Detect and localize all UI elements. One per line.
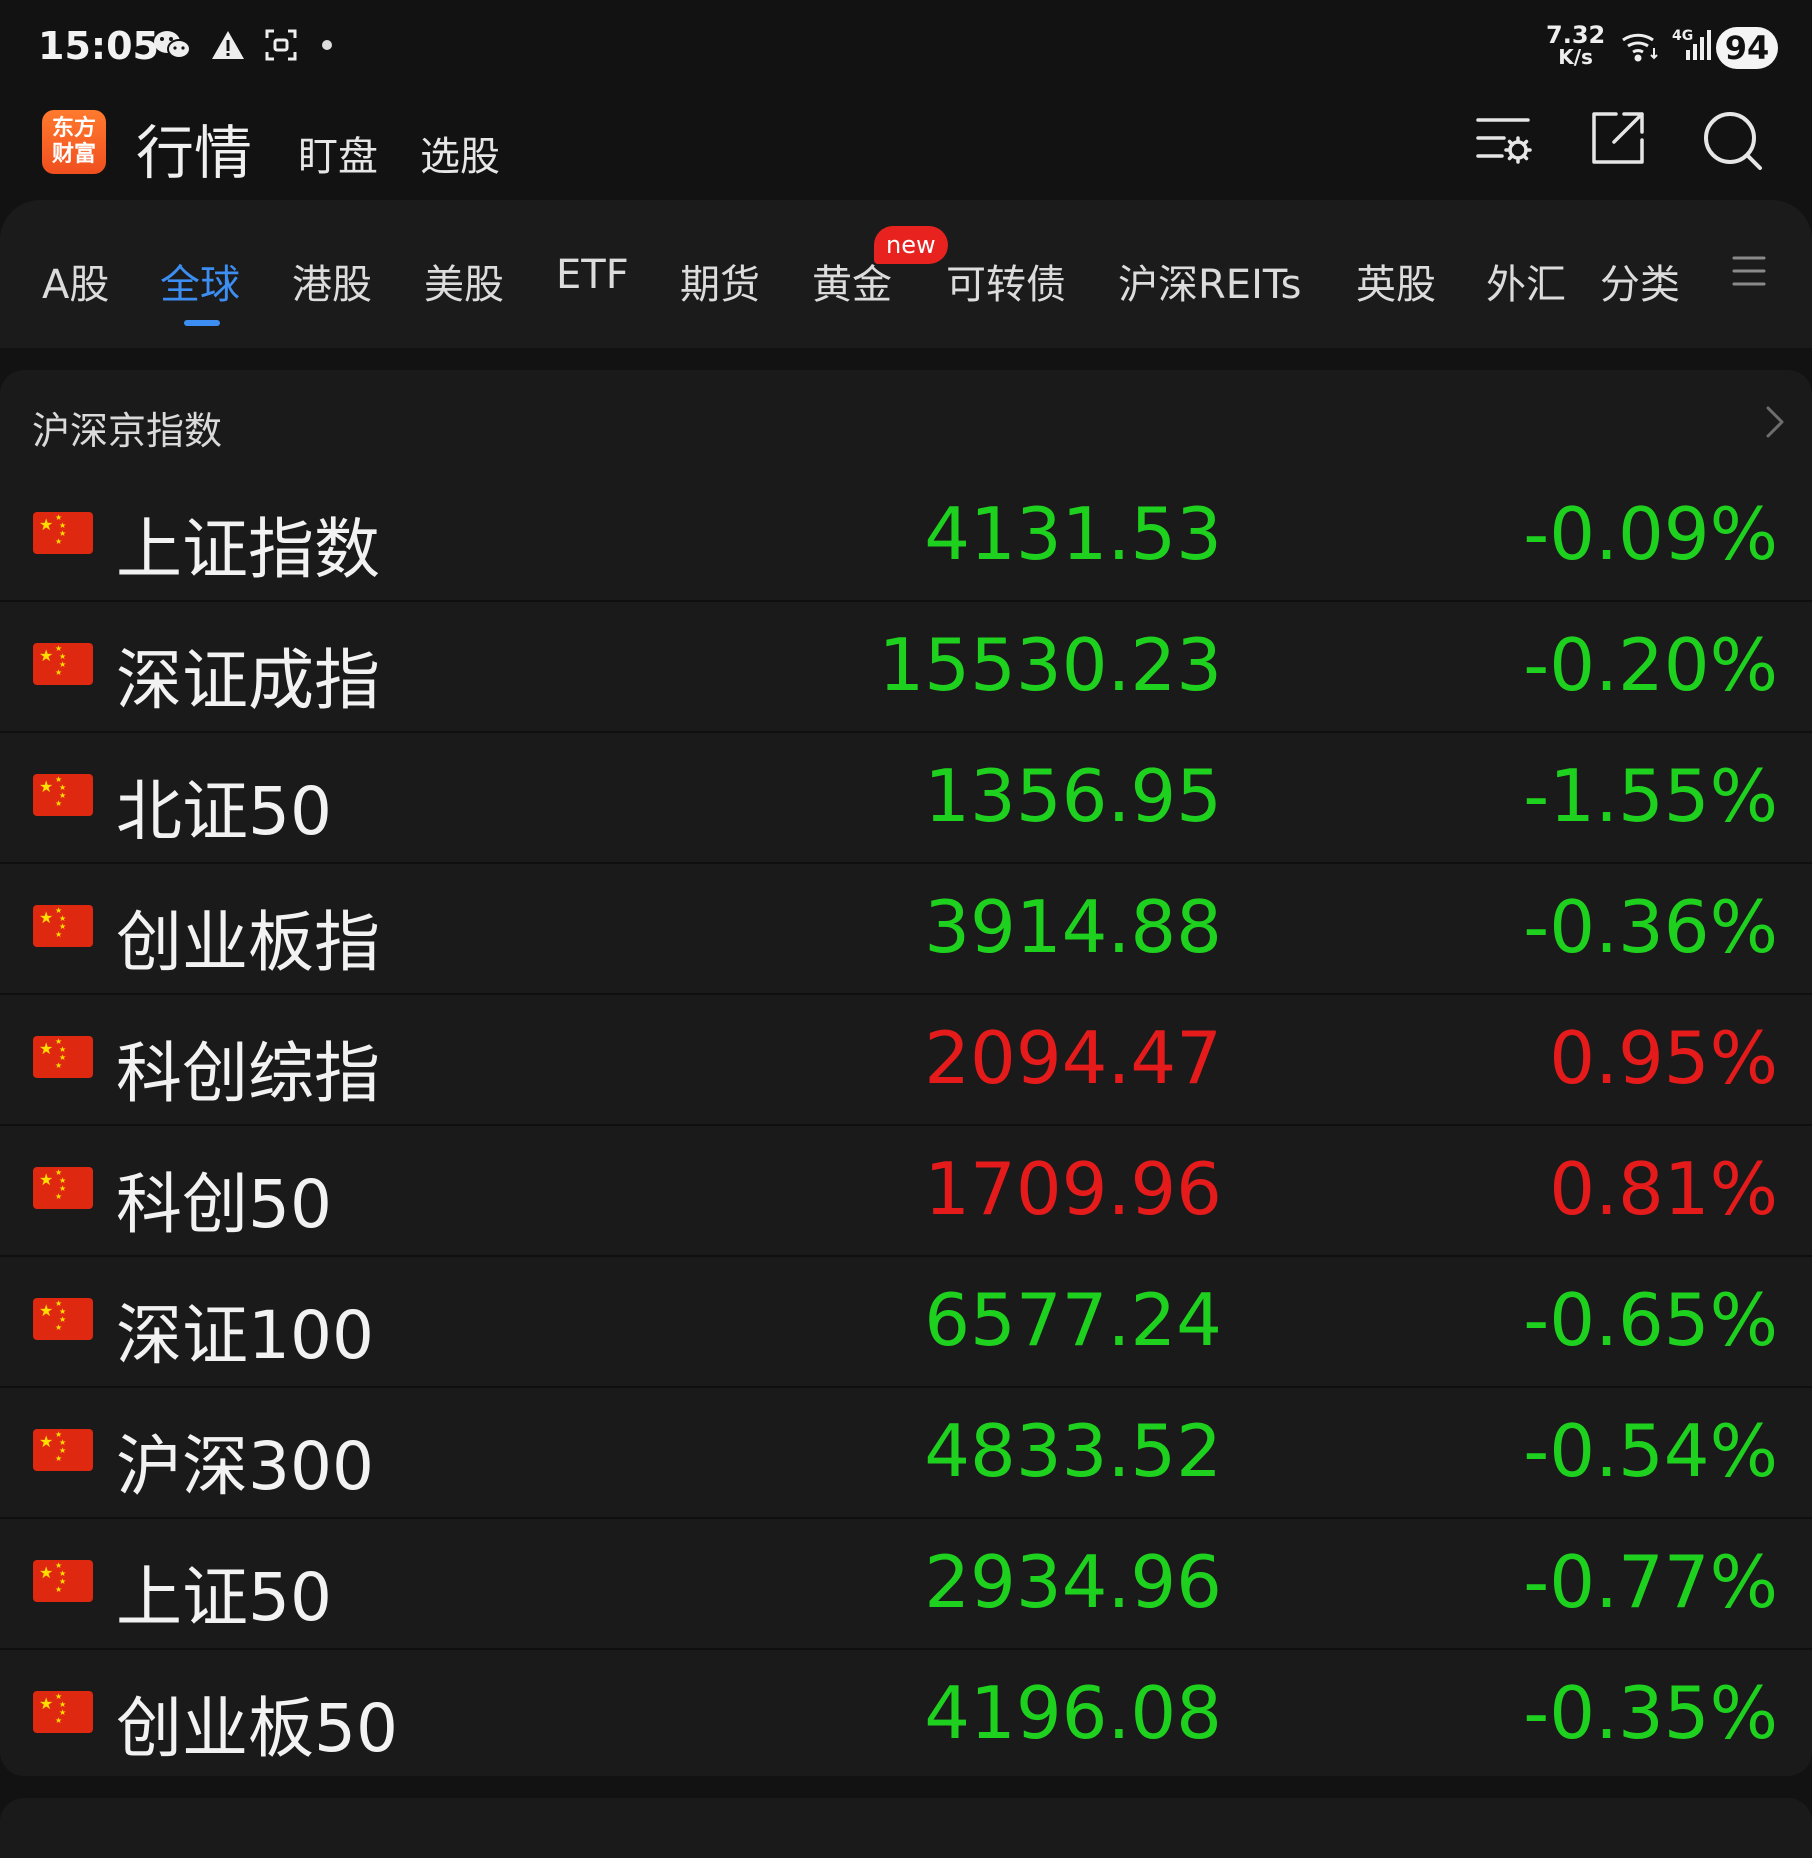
index-name: 上证指数 [116, 511, 380, 588]
index-row[interactable]: ★ ★ ★ ★ ★ 北证50 1356.95 -1.55% [0, 732, 1812, 864]
logo-text-line1: 东方 [51, 116, 96, 141]
index-price: 1709.96 [924, 1147, 1222, 1231]
wechat-icon [152, 28, 192, 62]
wifi-icon [1620, 28, 1662, 68]
index-change: -0.77% [1523, 1540, 1778, 1624]
index-name: 创业板指 [116, 904, 380, 981]
status-notification-icons [152, 28, 332, 62]
signal-label: 4G [1672, 28, 1694, 44]
tab-reits[interactable]: 沪深REITs [1118, 252, 1302, 310]
index-change: -1.55% [1523, 754, 1778, 838]
index-row[interactable]: ★ ★ ★ ★ ★ 上证50 2934.96 -0.77% [0, 1518, 1812, 1650]
market-tab-bar: A股 全球 港股 美股 ETF 期货 黄金 new 可转债 沪深REITs 英股… [0, 200, 1812, 348]
dot-icon [322, 40, 332, 50]
index-change: -0.20% [1523, 623, 1778, 707]
chevron-right-icon[interactable] [1764, 404, 1786, 444]
index-price: 2094.47 [924, 1016, 1222, 1100]
list-settings-icon[interactable] [1474, 110, 1534, 174]
index-name: 沪深300 [116, 1428, 374, 1505]
index-name: 科创综指 [116, 1035, 380, 1112]
index-price: 6577.24 [924, 1278, 1222, 1362]
index-row[interactable]: ★ ★ ★ ★ ★ 深证100 6577.24 -0.65% [0, 1256, 1812, 1388]
china-flag-icon: ★ ★ ★ ★ ★ [33, 643, 93, 685]
tab-a-shares[interactable]: A股 [42, 252, 109, 310]
tab-uk-stocks[interactable]: 英股 [1356, 252, 1436, 310]
index-row[interactable]: ★ ★ ★ ★ ★ 科创50 1709.96 0.81% [0, 1125, 1812, 1257]
signal-icon: 4G [1672, 28, 1712, 68]
app-bar: 东方 财富 行情 盯盘 选股 [0, 100, 1812, 200]
index-row[interactable]: ★ ★ ★ ★ ★ 创业板50 4196.08 -0.35% [0, 1649, 1812, 1776]
search-icon[interactable] [1702, 110, 1764, 176]
tab-futures[interactable]: 期货 [680, 252, 760, 310]
index-change: -0.09% [1523, 492, 1778, 576]
index-name: 创业板50 [116, 1690, 398, 1767]
tab-categories[interactable]: 分类 [1600, 252, 1680, 310]
index-price: 4196.08 [924, 1671, 1222, 1755]
china-flag-icon: ★ ★ ★ ★ ★ [33, 1691, 93, 1733]
screenshot-icon [264, 28, 298, 62]
china-flag-icon: ★ ★ ★ ★ ★ [33, 1167, 93, 1209]
menu-icon[interactable] [1732, 254, 1766, 292]
page-title[interactable]: 行情 [136, 106, 252, 190]
tab-us-stocks[interactable]: 美股 [424, 252, 504, 310]
tab-hk-stocks[interactable]: 港股 [292, 252, 372, 310]
index-row[interactable]: ★ ★ ★ ★ ★ 科创综指 2094.47 0.95% [0, 994, 1812, 1126]
warning-icon [210, 29, 246, 61]
china-flag-icon: ★ ★ ★ ★ ★ [33, 1036, 93, 1078]
network-speed-value: 7.32 [1546, 21, 1606, 49]
index-change: -0.36% [1523, 885, 1778, 969]
index-name: 深证成指 [116, 642, 380, 719]
index-price: 15530.23 [878, 623, 1222, 707]
index-row[interactable]: ★ ★ ★ ★ ★ 上证指数 4131.53 -0.09% [0, 470, 1812, 602]
battery-icon: 94 [1716, 27, 1778, 69]
index-row[interactable]: ★ ★ ★ ★ ★ 深证成指 15530.23 -0.20% [0, 601, 1812, 733]
index-change: -0.65% [1523, 1278, 1778, 1362]
tab-stock-picker[interactable]: 选股 [420, 124, 500, 182]
tab-convertible-bonds[interactable]: 可转债 [946, 252, 1066, 310]
section-title[interactable]: 沪深京指数 [32, 400, 222, 455]
app-logo[interactable]: 东方 财富 [42, 110, 106, 174]
share-icon[interactable] [1590, 110, 1646, 170]
tab-etf[interactable]: ETF [556, 252, 629, 298]
network-speed: 7.32 K/s [1546, 21, 1606, 69]
china-flag-icon: ★ ★ ★ ★ ★ [33, 512, 93, 554]
index-panel: 沪深京指数 ★ ★ ★ ★ ★ 上证指数 4131.53 -0.09% ★ ★ ★ ★ ★ 深证成指 155… [0, 370, 1812, 1776]
index-name: 北证50 [116, 773, 332, 850]
logo-text-line2: 财富 [51, 142, 96, 167]
index-change: 0.95% [1549, 1016, 1778, 1100]
china-flag-icon: ★ ★ ★ ★ ★ [33, 1429, 93, 1471]
tab-global[interactable]: 全球 [160, 252, 240, 310]
index-change: 0.81% [1549, 1147, 1778, 1231]
index-change: -0.35% [1523, 1671, 1778, 1755]
index-name: 科创50 [116, 1166, 332, 1243]
new-badge: new [874, 226, 948, 264]
index-row[interactable]: ★ ★ ★ ★ ★ 创业板指 3914.88 -0.36% [0, 863, 1812, 995]
tab-watch[interactable]: 盯盘 [298, 124, 378, 182]
network-speed-unit: K/s [1558, 45, 1593, 69]
china-flag-icon: ★ ★ ★ ★ ★ [33, 774, 93, 816]
active-tab-indicator [184, 320, 220, 326]
index-row[interactable]: ★ ★ ★ ★ ★ 沪深300 4833.52 -0.54% [0, 1387, 1812, 1519]
index-name: 深证100 [116, 1297, 374, 1374]
index-price: 3914.88 [924, 885, 1222, 969]
next-section-edge [0, 1798, 1812, 1858]
china-flag-icon: ★ ★ ★ ★ ★ [33, 1560, 93, 1602]
status-bar: 15:05 7.32 K/s 4G 94 [0, 0, 1812, 100]
index-price: 2934.96 [924, 1540, 1222, 1624]
tab-forex[interactable]: 外汇 [1486, 252, 1566, 310]
index-name: 上证50 [116, 1559, 332, 1636]
index-price: 4131.53 [924, 492, 1222, 576]
index-change: -0.54% [1523, 1409, 1778, 1493]
index-price: 4833.52 [924, 1409, 1222, 1493]
china-flag-icon: ★ ★ ★ ★ ★ [33, 905, 93, 947]
china-flag-icon: ★ ★ ★ ★ ★ [33, 1298, 93, 1340]
status-time: 15:05 [38, 24, 159, 68]
index-price: 1356.95 [924, 754, 1222, 838]
